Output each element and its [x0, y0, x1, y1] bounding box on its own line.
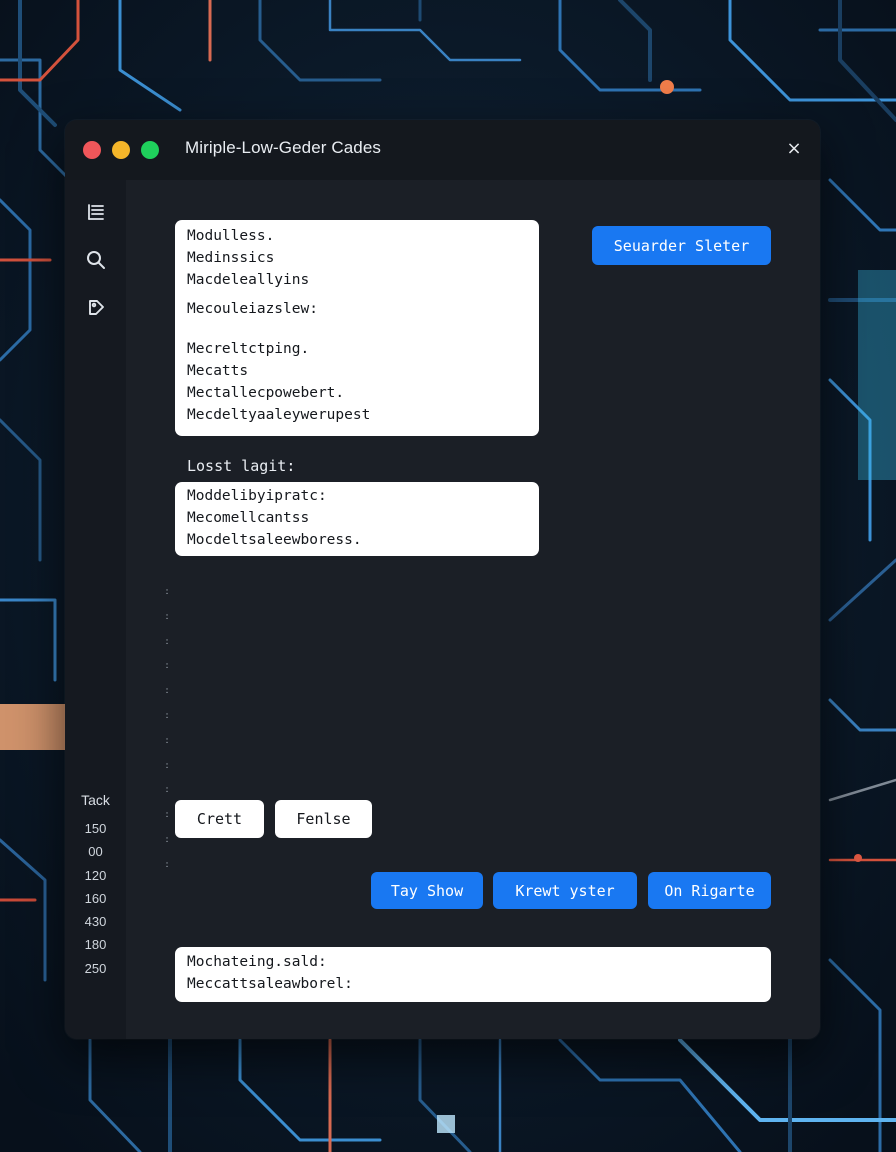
gutter-marker: :	[165, 810, 169, 821]
track-value: 430	[84, 914, 107, 930]
module-line: Medinssics	[187, 250, 275, 266]
module-line: Mecdeltyaaleywerupest	[187, 407, 371, 423]
message-line: Mochateing.sald:	[187, 954, 327, 970]
gutter-marker: :	[165, 636, 169, 647]
gutter-marker: :	[165, 661, 169, 672]
gutter-marker: :	[165, 587, 169, 597]
gutter-marker: :	[165, 686, 169, 697]
line-gutter: : : : : : : : : : : : :	[163, 580, 171, 878]
gutter-marker: :	[165, 760, 169, 771]
list-icon[interactable]	[84, 200, 108, 224]
crett-button[interactable]: Crett	[175, 800, 264, 838]
track-value: 150	[84, 821, 107, 836]
module-line: Modulless.	[187, 228, 275, 244]
on-rigarte-button[interactable]: On Rigarte	[648, 872, 771, 909]
module-line: Mecouleiazslew:	[187, 301, 318, 317]
gutter-marker: :	[165, 859, 169, 870]
minimize-window-button[interactable]	[112, 141, 130, 159]
message-line: Meccattsaleawborel:	[187, 976, 353, 992]
tag-icon[interactable]	[84, 296, 108, 320]
code-line: Mocdeltsaleewboress.	[187, 532, 362, 548]
mid-code-card: Moddelibyipratc: Mecomellcantss Mocdelts…	[175, 482, 539, 556]
sidebar: Tack 150 00 120 160 430 180 250	[65, 180, 126, 1039]
module-list-card: Modulless. Medinssics Macdeleallyins Mec…	[175, 220, 539, 436]
section-label: Losst lagit:	[187, 457, 296, 475]
track-value: 00	[88, 844, 103, 860]
track-value: 180	[84, 937, 107, 953]
gutter-marker: :	[165, 611, 169, 622]
code-line: Moddelibyipratc:	[187, 488, 327, 504]
track-values: 150 00 120 160 430 180 250	[65, 817, 126, 980]
primary-action-button[interactable]: Seuarder Sleter	[592, 226, 771, 265]
maximize-window-button[interactable]	[141, 141, 159, 159]
search-icon[interactable]	[84, 248, 108, 272]
window-title: Miriple-Low-Geder Cades	[185, 138, 381, 157]
tay-show-button[interactable]: Tay Show	[371, 872, 483, 909]
app-window: Miriple-Low-Geder Cades × Tack 150 00 12…	[65, 120, 820, 1039]
close-icon[interactable]: ×	[784, 137, 804, 161]
fenlse-button[interactable]: Fenlse	[275, 800, 372, 838]
bottom-message-card: Mochateing.sald: Meccattsaleawborel: ×	[175, 947, 771, 1002]
code-line: Mecomellcantss	[187, 510, 310, 526]
module-line: Mecatts	[187, 363, 249, 379]
close-window-button[interactable]	[83, 141, 101, 159]
track-value: 250	[84, 960, 107, 976]
gutter-marker: :	[165, 710, 169, 721]
module-line: Mecreltctping.	[187, 341, 310, 357]
track-value: 120	[84, 867, 107, 883]
module-line: Mectallecpowebert.	[187, 385, 345, 401]
krewt-yster-button[interactable]: Krewt yster	[493, 872, 637, 909]
track-value: 160	[84, 890, 107, 906]
gutter-marker: :	[165, 785, 169, 796]
title-bar: Miriple-Low-Geder Cades ×	[65, 120, 820, 180]
gutter-marker: :	[165, 735, 169, 746]
module-line: Macdeleallyins	[187, 272, 310, 288]
gutter-marker: :	[165, 834, 169, 845]
track-title: Tack	[81, 792, 110, 808]
